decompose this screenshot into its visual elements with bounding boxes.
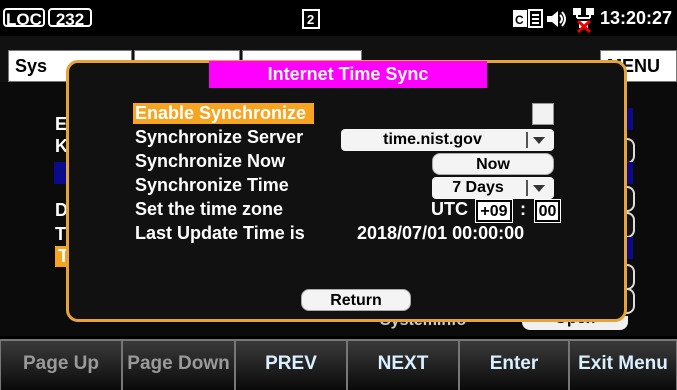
time-zone-minutes-field[interactable]: 00: [534, 199, 561, 223]
synchronize-now-button[interactable]: Now: [432, 153, 554, 175]
enter-button[interactable]: Enter: [459, 339, 569, 390]
dialog-title: Internet Time Sync: [209, 61, 487, 88]
ce-storage-icon: C: [513, 9, 543, 28]
dropdown-separator: [526, 180, 528, 196]
dropdown-separator: [526, 132, 528, 148]
chevron-down-icon: [533, 185, 545, 192]
soft-key-bar: Page Up Page Down PREV NEXT Enter Exit M…: [0, 336, 677, 390]
synchronize-server-label[interactable]: Synchronize Server: [135, 127, 303, 148]
local-mode-badge: LOC: [3, 8, 45, 29]
utc-prefix: UTC: [431, 199, 468, 219]
list-item-initial: T: [55, 224, 66, 244]
next-button[interactable]: NEXT: [347, 339, 459, 390]
return-button[interactable]: Return: [301, 289, 411, 311]
synchronize-time-label[interactable]: Synchronize Time: [135, 175, 289, 196]
page-two-icon: 2: [302, 9, 320, 29]
page-down-button[interactable]: Page Down: [122, 339, 235, 390]
chevron-down-icon: [533, 137, 545, 144]
speaker-icon: [547, 11, 566, 27]
synchronize-now-label[interactable]: Synchronize Now: [135, 151, 285, 172]
interval-value: 7 Days: [452, 179, 504, 196]
svg-text:C: C: [515, 13, 524, 27]
status-bar: LOC 232 2 C 13:20:27: [0, 0, 677, 36]
enable-synchronize-label[interactable]: Enable Synchronize: [133, 103, 315, 124]
time-zone-separator: :: [520, 199, 526, 219]
exit-menu-button[interactable]: Exit Menu: [569, 339, 677, 390]
synchronize-server-dropdown[interactable]: time.nist.gov: [341, 129, 554, 151]
interface-badge: 232: [48, 8, 92, 29]
enable-synchronize-checkbox[interactable]: [532, 103, 554, 125]
time-zone-hours-field[interactable]: +09: [475, 199, 513, 223]
clock: 13:20:27: [600, 8, 673, 28]
internet-time-sync-dialog: Internet Time Sync Enable Synchronize Sy…: [66, 60, 627, 322]
prev-button[interactable]: PREV: [235, 339, 347, 390]
server-value: time.nist.gov: [383, 131, 482, 148]
last-update-value: 2018/07/01 00:00:00: [357, 223, 525, 243]
page-up-button[interactable]: Page Up: [0, 339, 122, 390]
last-update-label: Last Update Time is: [135, 223, 305, 243]
synchronize-time-dropdown[interactable]: 7 Days: [432, 177, 554, 199]
svg-text:2: 2: [307, 12, 314, 27]
time-zone-label[interactable]: Set the time zone: [135, 199, 283, 220]
network-disconnected-icon: [573, 8, 594, 33]
